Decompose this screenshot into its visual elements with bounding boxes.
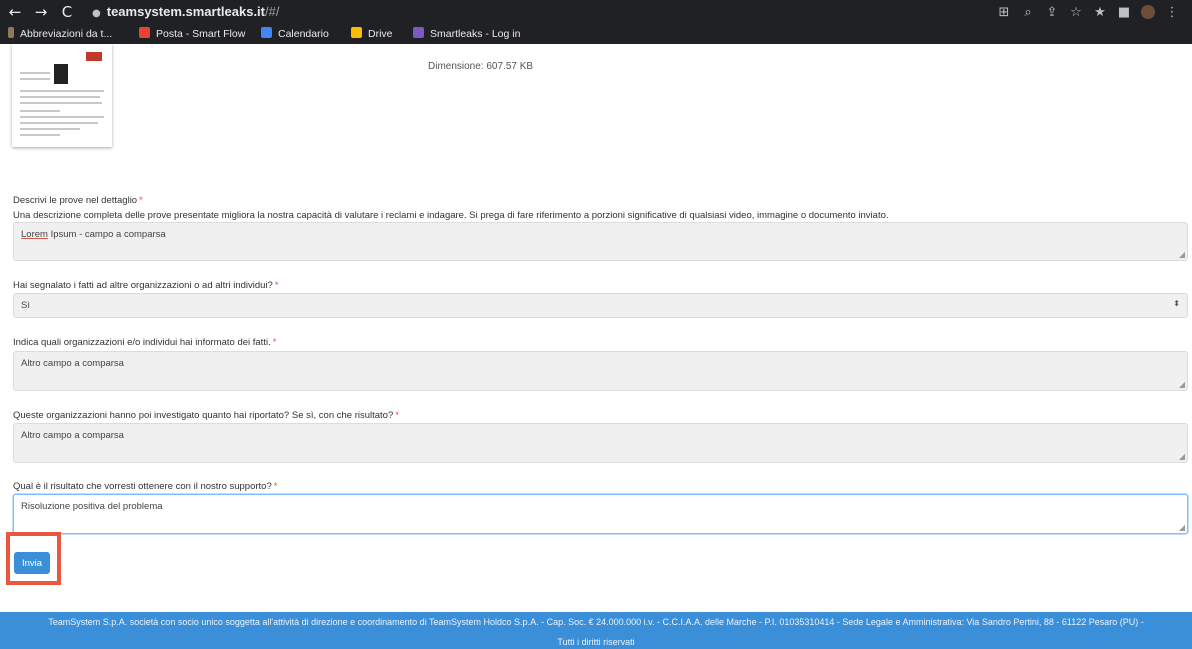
thumbnail-line bbox=[20, 102, 102, 104]
required-mark: * bbox=[274, 280, 279, 291]
footer: TeamSystem S.p.A. società con socio unic… bbox=[0, 612, 1192, 649]
resize-handle-icon[interactable]: ◢ bbox=[1179, 523, 1185, 532]
desired-result-label: Qual è il risultato che vorresti ottener… bbox=[13, 481, 278, 492]
resize-handle-icon[interactable]: ◢ bbox=[1179, 452, 1185, 461]
select-arrows-icon: ⬍ bbox=[1173, 299, 1180, 308]
bookmark-smartleaks[interactable]: Smartleaks - Log in bbox=[413, 26, 520, 42]
details-value: Ipsum - campo a comparsa bbox=[47, 229, 166, 240]
gmail-icon bbox=[139, 27, 150, 38]
attachment-size: Dimensione: 607.57 KB bbox=[428, 61, 534, 72]
details-help-text: Una descrizione completa delle prove pre… bbox=[13, 210, 889, 221]
translate-icon[interactable]: ⊞ bbox=[992, 4, 1016, 22]
thumbnail-line bbox=[20, 134, 60, 136]
thumbnail-line bbox=[20, 116, 104, 118]
document-icon bbox=[54, 64, 68, 84]
which-orgs-label: Indica quali organizzazioni e/o individu… bbox=[13, 337, 277, 348]
lock-icon: ● bbox=[92, 8, 101, 19]
resize-handle-icon[interactable]: ◢ bbox=[1179, 250, 1185, 259]
share-icon[interactable]: ⇪ bbox=[1040, 4, 1064, 22]
bookmark-abbreviazioni[interactable]: Abbreviazioni da t... bbox=[8, 26, 112, 42]
footer-rights-text: Tutti i diritti riservati bbox=[557, 637, 635, 647]
calendar-icon bbox=[261, 27, 272, 38]
required-mark: * bbox=[273, 481, 278, 492]
thumbnail-line bbox=[20, 90, 104, 92]
smartleaks-icon bbox=[413, 27, 424, 38]
bookmarks-bar: Abbreviazioni da t... Posta - Smart Flow… bbox=[0, 24, 1192, 44]
desired-result-value: Risoluzione positiva del problema bbox=[21, 501, 163, 512]
required-mark: * bbox=[395, 410, 399, 421]
back-arrow-icon[interactable]: ← bbox=[6, 3, 24, 21]
required-mark: * bbox=[139, 195, 143, 206]
bookmark-drive[interactable]: Drive bbox=[351, 26, 393, 42]
url-host: teamsystem.smartleaks.it bbox=[106, 4, 265, 19]
thumbnail-line bbox=[20, 110, 60, 112]
which-orgs-textarea[interactable]: Altro campo a comparsa ◢ bbox=[13, 351, 1188, 391]
which-orgs-value: Altro campo a comparsa bbox=[21, 358, 124, 369]
details-label: Descrivi le prove nel dettaglio * bbox=[13, 195, 143, 206]
reload-icon[interactable]: C bbox=[58, 3, 76, 21]
thumbnail-line bbox=[20, 128, 80, 130]
bookmark-posta[interactable]: Posta - Smart Flow bbox=[139, 26, 245, 42]
investigated-label: Queste organizzazioni hanno poi investig… bbox=[13, 410, 399, 421]
browser-chrome: ← → C ● teamsystem.smartleaks.it/#/ ⊞ ⌕ ⇪ ☆ ★… bbox=[0, 0, 1192, 44]
footer-legal-text: TeamSystem S.p.A. società con socio unic… bbox=[48, 617, 1144, 627]
details-value-word: Lorem bbox=[21, 229, 48, 240]
leaf-icon bbox=[8, 27, 14, 38]
address-bar[interactable]: ● teamsystem.smartleaks.it/#/ bbox=[92, 3, 279, 21]
star-icon[interactable]: ☆ bbox=[1064, 4, 1088, 22]
submit-button[interactable]: Invia bbox=[14, 552, 50, 574]
reported-value: Sì bbox=[21, 300, 30, 311]
thumbnail-line bbox=[20, 122, 98, 124]
forward-arrow-icon[interactable]: → bbox=[32, 3, 50, 21]
reported-select[interactable]: Sì ⬍ bbox=[13, 293, 1188, 318]
attachment-thumbnail[interactable] bbox=[12, 44, 112, 147]
desired-result-textarea[interactable]: Risoluzione positiva del problema ◢ bbox=[13, 494, 1188, 534]
menu-icon[interactable]: ⋮ bbox=[1160, 4, 1184, 22]
resize-handle-icon[interactable]: ◢ bbox=[1179, 380, 1185, 389]
sidebar-icon[interactable]: ■ bbox=[1112, 4, 1136, 22]
thumbnail-logo bbox=[86, 52, 102, 61]
bookmark-calendario[interactable]: Calendario bbox=[261, 26, 329, 42]
thumbnail-line bbox=[20, 96, 100, 98]
browser-actions: ⊞ ⌕ ⇪ ☆ ★ ■ ⋮ bbox=[992, 3, 1184, 21]
reported-label: Hai segnalato i fatti ad altre organizza… bbox=[13, 280, 279, 291]
extensions-icon[interactable]: ★ bbox=[1088, 4, 1112, 22]
investigated-value: Altro campo a comparsa bbox=[21, 430, 124, 441]
page-content: Dimensione: 607.57 KB Descrivi le prove … bbox=[0, 44, 1192, 649]
profile-avatar[interactable] bbox=[1141, 4, 1155, 19]
details-textarea[interactable]: Lorem Ipsum - campo a comparsa ◢ bbox=[13, 222, 1188, 261]
thumbnail-line bbox=[20, 78, 50, 80]
zoom-icon[interactable]: ⌕ bbox=[1016, 4, 1040, 22]
browser-toolbar: ← → C ● teamsystem.smartleaks.it/#/ ⊞ ⌕ ⇪ ☆ ★… bbox=[0, 0, 1192, 24]
thumbnail-line bbox=[20, 72, 50, 74]
required-mark: * bbox=[272, 337, 277, 348]
investigated-textarea[interactable]: Altro campo a comparsa ◢ bbox=[13, 423, 1188, 463]
drive-icon bbox=[351, 27, 362, 38]
url-path: /#/ bbox=[265, 4, 280, 19]
